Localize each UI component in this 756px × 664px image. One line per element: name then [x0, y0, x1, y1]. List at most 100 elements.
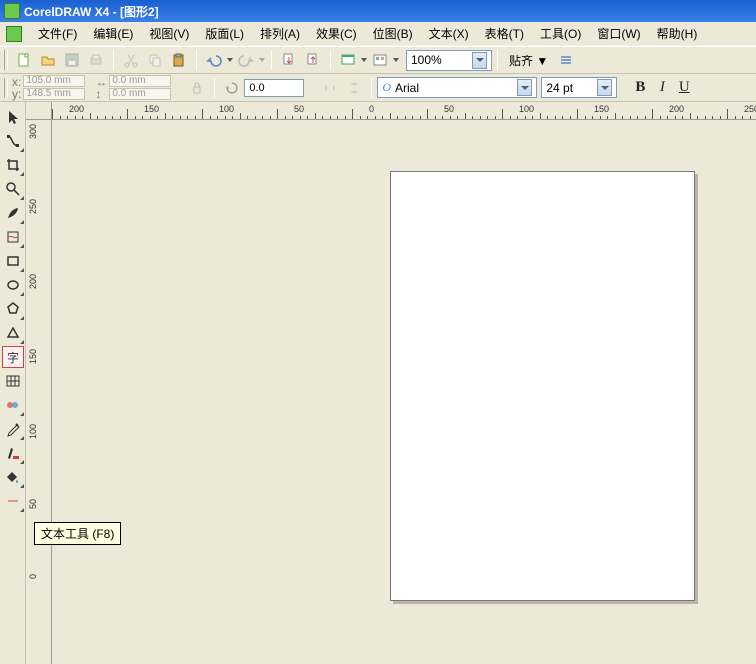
zoom-combo[interactable]: 100% [406, 50, 492, 71]
smart-fill-tool[interactable] [2, 226, 24, 248]
vertical-ruler[interactable]: 300250200150100500 [26, 120, 52, 664]
copy-button[interactable] [144, 49, 166, 71]
menu-bar: 文件(F) 编辑(E) 视图(V) 版面(L) 排列(A) 效果(C) 位图(B… [0, 22, 756, 46]
workspace[interactable] [52, 120, 756, 664]
options-button[interactable] [555, 49, 577, 71]
new-button[interactable] [13, 49, 35, 71]
dropdown-arrow-icon[interactable] [597, 79, 612, 96]
menu-file[interactable]: 文件(F) [30, 23, 85, 44]
dropdown-arrow-icon[interactable] [472, 52, 487, 69]
ruler-tick-label: 150 [594, 104, 609, 114]
font-size-combo[interactable]: 24 pt [541, 77, 617, 98]
menu-tools[interactable]: 工具(O) [532, 23, 589, 44]
app-logo-icon [4, 3, 20, 19]
width-readout: 0.0 mm [109, 75, 171, 87]
welcome-dropdown[interactable] [392, 58, 400, 62]
ruler-origin[interactable] [26, 102, 52, 120]
font-family-value: Arial [395, 81, 419, 95]
dropdown-arrow-icon[interactable] [517, 79, 532, 96]
standard-toolbar: 100% 贴齐 ▼ [0, 46, 756, 74]
polygon-tool[interactable] [2, 298, 24, 320]
ruler-tick-label: 0 [369, 104, 374, 114]
zoom-tool[interactable] [2, 178, 24, 200]
menu-edit[interactable]: 编辑(E) [85, 23, 141, 44]
table-tool[interactable] [2, 370, 24, 392]
mirror-v-button[interactable] [343, 77, 365, 99]
rotation-icon [221, 77, 243, 99]
ruler-tick-label: 200 [69, 104, 84, 114]
save-button[interactable] [61, 49, 83, 71]
rotation-input[interactable]: 0.0 [244, 79, 304, 97]
tool-tooltip: 文本工具 (F8) [34, 522, 121, 545]
undo-history-dropdown[interactable] [226, 58, 234, 62]
redo-button[interactable] [235, 49, 257, 71]
font-family-combo[interactable]: O Arial [377, 77, 537, 98]
text-tool[interactable]: 字 [2, 346, 24, 368]
outline-tool[interactable] [2, 442, 24, 464]
ruler-tick-label: 200 [28, 274, 38, 289]
main-area: 字 20015010050050100150200250 30025020015… [0, 102, 756, 664]
basic-shapes-tool[interactable] [2, 322, 24, 344]
menu-window[interactable]: 窗口(W) [589, 23, 648, 44]
menu-table[interactable]: 表格(T) [477, 23, 532, 44]
cut-button[interactable] [120, 49, 142, 71]
propbar-grip[interactable] [4, 78, 8, 98]
toolbox: 字 [0, 102, 26, 664]
title-bar: CorelDRAW X4 - [图形2] [0, 0, 756, 22]
eyedropper-tool[interactable] [2, 418, 24, 440]
menu-layout[interactable]: 版面(L) [197, 23, 252, 44]
ruler-tick-label: 150 [28, 349, 38, 364]
ruler-tick-label: 100 [219, 104, 234, 114]
freehand-tool[interactable] [2, 202, 24, 224]
svg-text:字: 字 [6, 350, 18, 365]
app-launcher-dropdown[interactable] [360, 58, 368, 62]
mirror-h-button[interactable] [319, 77, 341, 99]
font-type-icon: O [382, 80, 391, 95]
lock-ratio-button[interactable] [186, 77, 208, 99]
drawing-page[interactable] [390, 171, 695, 601]
undo-button[interactable] [203, 49, 225, 71]
redo-history-dropdown[interactable] [258, 58, 266, 62]
horizontal-ruler[interactable]: 20015010050050100150200250 [52, 102, 756, 120]
open-button[interactable] [37, 49, 59, 71]
ruler-tick-label: 50 [294, 104, 304, 114]
import-button[interactable] [278, 49, 300, 71]
font-size-value: 24 pt [546, 81, 573, 95]
toolbar-grip[interactable] [4, 50, 8, 70]
paste-button[interactable] [168, 49, 190, 71]
fill-tool[interactable] [2, 466, 24, 488]
italic-button[interactable]: I [651, 77, 673, 99]
app-launcher-button[interactable] [337, 49, 359, 71]
shape-tool[interactable] [2, 130, 24, 152]
interactive-fill-tool[interactable] [2, 490, 24, 512]
zoom-value: 100% [411, 53, 442, 67]
rectangle-tool[interactable] [2, 250, 24, 272]
ellipse-tool[interactable] [2, 274, 24, 296]
x-position-readout: 105.0 mm [23, 75, 85, 87]
welcome-button[interactable] [369, 49, 391, 71]
menu-bitmaps[interactable]: 位图(B) [365, 23, 421, 44]
ruler-tick-label: 250 [28, 199, 38, 214]
print-button[interactable] [85, 49, 107, 71]
ruler-tick-label: 300 [28, 124, 38, 139]
ruler-tick-label: 250 [744, 104, 756, 114]
ruler-tick-label: 50 [444, 104, 454, 114]
ruler-tick-label: 200 [669, 104, 684, 114]
ruler-tick-label: 0 [28, 574, 38, 579]
menu-help[interactable]: 帮助(H) [649, 23, 706, 44]
snap-button[interactable]: 贴齐 ▼ [503, 52, 554, 69]
pick-tool[interactable] [2, 106, 24, 128]
bold-button[interactable]: B [629, 77, 651, 99]
ruler-tick-label: 100 [519, 104, 534, 114]
menu-text[interactable]: 文本(X) [421, 23, 477, 44]
window-title: CorelDRAW X4 - [图形2] [24, 3, 159, 20]
xy-labels: x:y: [12, 76, 21, 100]
menu-view[interactable]: 视图(V) [141, 23, 197, 44]
underline-button[interactable]: U [673, 77, 695, 99]
crop-tool[interactable] [2, 154, 24, 176]
property-bar: x:y: 105.0 mm 148.5 mm ↔↕ 0.0 mm 0.0 mm … [0, 74, 756, 102]
menu-arrange[interactable]: 排列(A) [252, 23, 308, 44]
interactive-blend-tool[interactable] [2, 394, 24, 416]
export-button[interactable] [302, 49, 324, 71]
menu-effects[interactable]: 效果(C) [308, 23, 365, 44]
